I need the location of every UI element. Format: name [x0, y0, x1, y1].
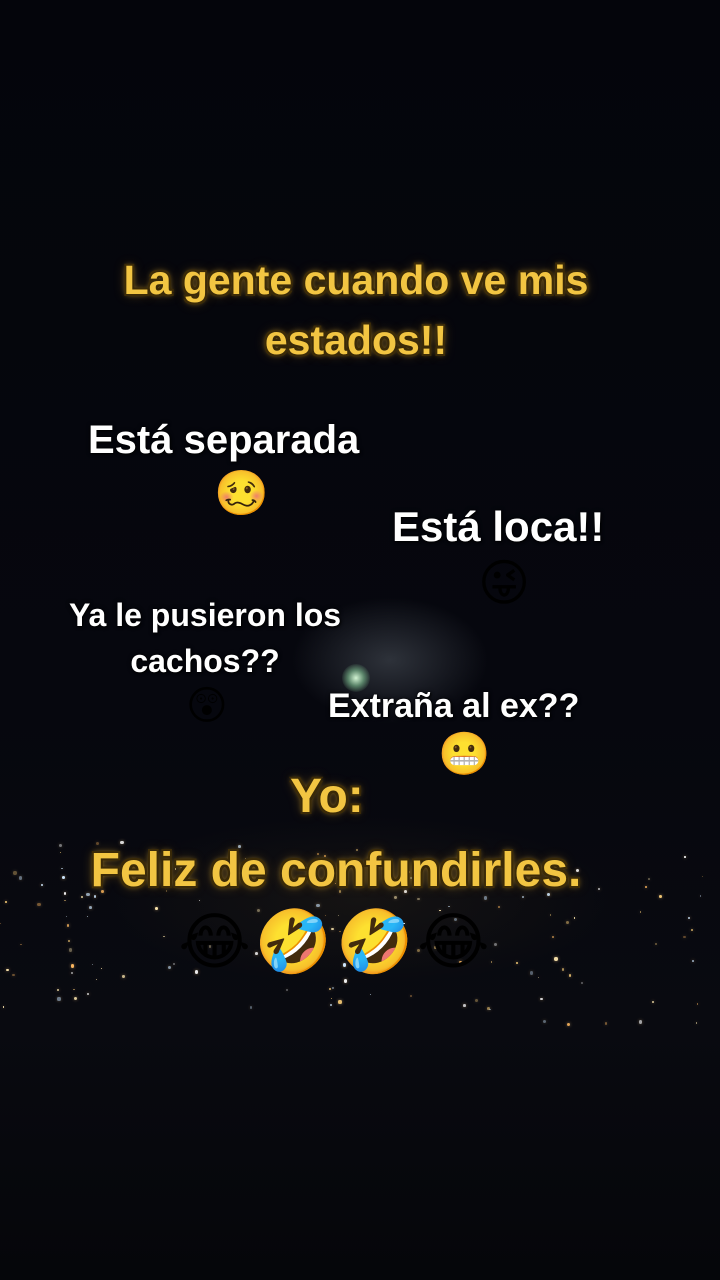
city-light: [690, 929, 693, 932]
caption-separada: Está separada: [88, 418, 360, 462]
night-city-background: [0, 0, 720, 1280]
city-light: [73, 996, 77, 1000]
city-light: [475, 999, 479, 1003]
city-light: [72, 988, 75, 991]
city-light: [86, 992, 89, 996]
city-light: [410, 995, 413, 998]
caption-cachos-line-2: cachos??: [130, 643, 280, 679]
city-light: [338, 1000, 342, 1004]
city-light: [285, 988, 289, 992]
city-light: [687, 917, 690, 920]
caption-feliz: Feliz de confundirles.: [90, 844, 582, 897]
city-light: [580, 982, 584, 985]
city-light: [566, 1022, 571, 1027]
city-light: [96, 978, 98, 980]
city-light: [692, 960, 695, 963]
city-light: [700, 895, 702, 897]
city-light: [5, 901, 8, 904]
title-line-2: estados!!: [264, 317, 448, 363]
city-light: [652, 1000, 655, 1003]
city-light: [542, 1019, 546, 1023]
city-light: [122, 975, 125, 978]
city-light: [683, 935, 687, 939]
night-sky: [0, 0, 720, 1280]
woozy-face-icon: 🥴: [214, 469, 269, 518]
city-light: [2, 1006, 5, 1008]
city-light: [369, 993, 371, 995]
city-light: [538, 976, 540, 978]
winking-tongue-face-icon: 😜: [478, 555, 531, 611]
city-light: [57, 997, 61, 1001]
city-light: [37, 902, 41, 907]
city-light: [330, 1004, 333, 1007]
city-light: [697, 1003, 699, 1005]
grimacing-face-icon: 😬: [438, 730, 491, 777]
caption-cachos-line-1: Ya le pusieron los: [68, 597, 342, 633]
city-light: [249, 1006, 253, 1009]
city-light: [489, 1008, 492, 1011]
city-light: [316, 904, 320, 908]
city-light: [448, 905, 450, 907]
city-light: [540, 998, 543, 1001]
astonished-face-icon: 😲: [186, 684, 228, 728]
city-light: [89, 906, 93, 910]
city-light: [605, 1022, 608, 1025]
city-light: [56, 989, 59, 992]
city-light: [683, 856, 686, 858]
city-light: [463, 1004, 466, 1007]
caption-ex: Extraña al ex??: [328, 687, 580, 725]
city-light: [568, 974, 572, 977]
city-light: [497, 905, 500, 908]
city-light: [198, 899, 201, 902]
title-line-1: La gente cuando ve mis: [123, 257, 589, 303]
city-light: [695, 1022, 698, 1024]
caption-loca: Está loca!!: [392, 503, 605, 550]
city-light: [701, 876, 703, 878]
city-light: [12, 973, 15, 977]
city-light: [64, 899, 66, 902]
city-light: [638, 1020, 642, 1024]
city-light: [331, 987, 334, 990]
city-light: [330, 997, 333, 999]
caption-yo: Yo:: [290, 770, 364, 823]
laughing-emojis-icon: 😂🤣🤣😂: [178, 908, 494, 977]
city-light: [154, 906, 158, 910]
city-light: [344, 979, 348, 983]
city-light: [328, 988, 331, 991]
